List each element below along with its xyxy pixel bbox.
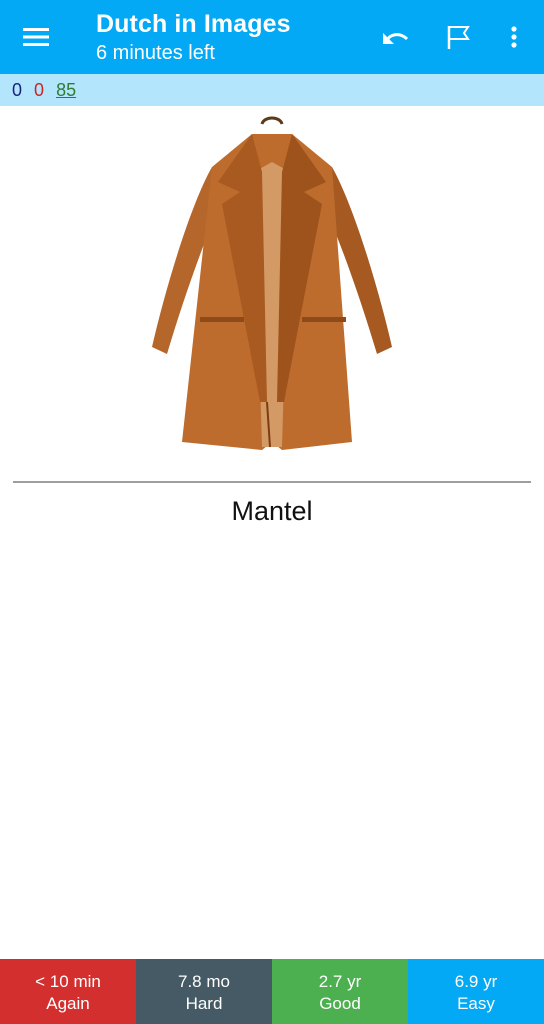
deck-title: Dutch in Images [96, 10, 291, 38]
answer-buttons: < 10 min Again 7.8 mo Hard 2.7 yr Good 6… [0, 959, 544, 1024]
learning-count: 0 [34, 80, 45, 100]
undo-icon[interactable] [375, 17, 415, 57]
good-interval: 2.7 yr [318, 972, 362, 991]
hamburger-menu-icon[interactable] [16, 17, 56, 57]
easy-button[interactable]: 6.9 yr Easy [408, 959, 544, 1024]
time-left: 6 minutes left [96, 42, 215, 64]
question-answer-divider [13, 481, 531, 483]
hard-label: Hard [185, 994, 223, 1013]
card-counts: 0 0 85 [0, 74, 544, 106]
hard-interval: 7.8 mo [178, 972, 230, 991]
hard-button[interactable]: 7.8 mo Hard [136, 959, 272, 1024]
more-vert-icon[interactable] [494, 17, 534, 57]
brown-coat-image [122, 112, 422, 462]
easy-label: Easy [457, 994, 495, 1013]
again-label: Again [46, 994, 90, 1013]
flag-icon[interactable] [439, 17, 479, 57]
again-interval: < 10 min [35, 972, 101, 991]
new-count: 0 [12, 80, 23, 100]
good-label: Good [319, 994, 361, 1013]
easy-interval: 6.9 yr [454, 972, 498, 991]
card-answer: Mantel [231, 496, 313, 526]
again-button[interactable]: < 10 min Again [0, 959, 136, 1024]
good-button[interactable]: 2.7 yr Good [272, 959, 408, 1024]
review-count: 85 [56, 80, 77, 100]
app-toolbar: Dutch in Images 6 minutes left [0, 0, 544, 74]
toolbar-titles: Dutch in Images 6 minutes left [96, 8, 291, 66]
